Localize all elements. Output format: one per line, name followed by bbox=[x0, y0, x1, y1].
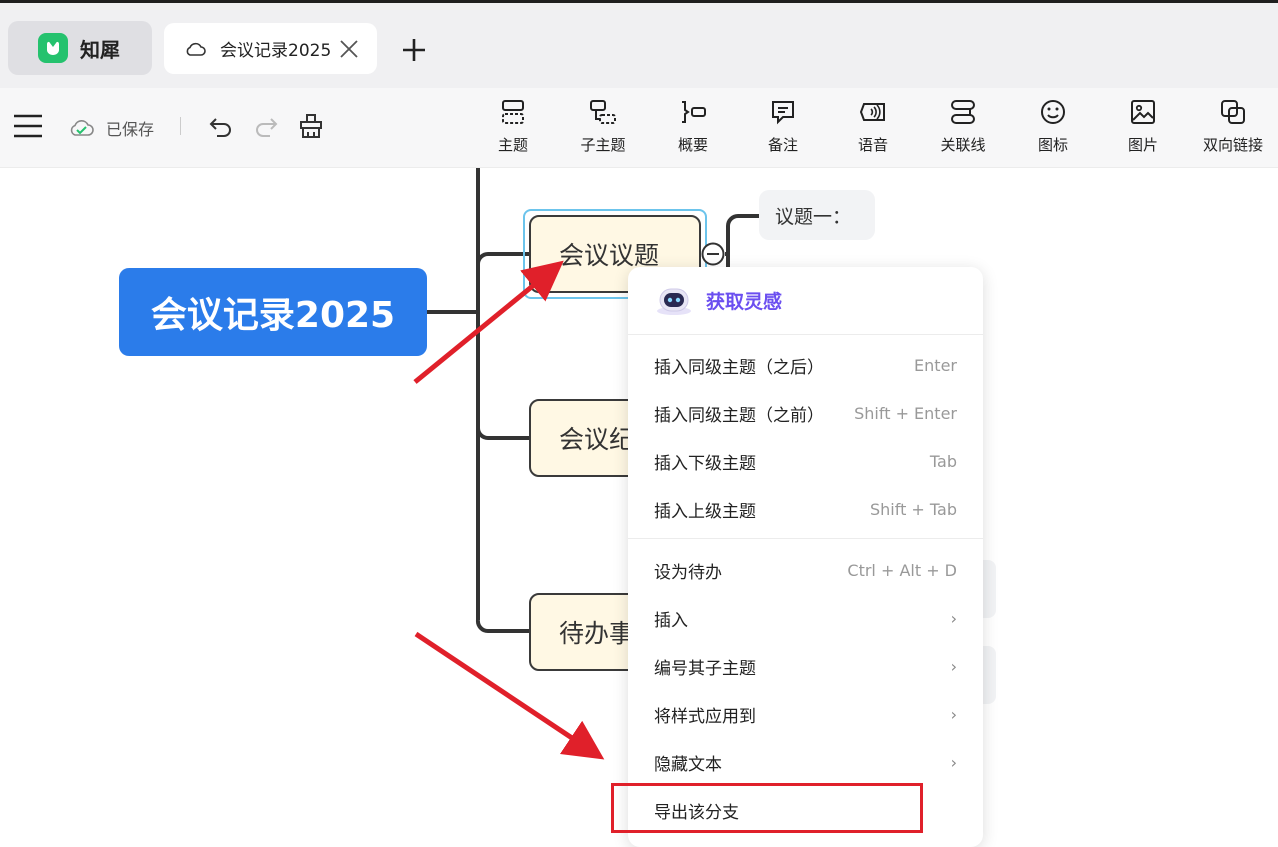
menu-item-label: 插入 bbox=[654, 610, 688, 631]
subtopic-icon bbox=[590, 100, 616, 124]
menu-item-label: 编号其子主题 bbox=[654, 658, 756, 679]
toolbar-summary-label: 概要 bbox=[677, 136, 708, 154]
plus-icon[interactable] bbox=[400, 36, 428, 64]
annotation-highlight-box bbox=[611, 783, 923, 833]
toolbar-voice-button[interactable]: 语音 bbox=[833, 98, 913, 160]
menu-hide-text[interactable]: 隐藏文本 › bbox=[628, 740, 983, 784]
ai-robot-icon bbox=[657, 288, 691, 315]
summary-icon bbox=[682, 101, 706, 123]
toolbar-topic-button[interactable]: 主题 bbox=[473, 98, 553, 160]
toolbar-relation-line-label: 关联线 bbox=[940, 136, 986, 154]
hamburger-menu-icon[interactable] bbox=[14, 114, 42, 138]
document-tab[interactable]: 会议记录2025 bbox=[164, 23, 377, 74]
format-painter-icon[interactable] bbox=[298, 113, 324, 139]
collapse-branch-icon[interactable] bbox=[701, 242, 725, 266]
root-topic[interactable]: 会议记录2025 bbox=[119, 268, 427, 356]
menu-insert[interactable]: 插入 › bbox=[628, 596, 983, 640]
toolbar-subtopic-button[interactable]: 子主题 bbox=[563, 98, 643, 160]
app-home-tab[interactable]: 知犀 bbox=[8, 21, 152, 75]
menu-item-shortcut: Ctrl + Alt + D bbox=[847, 560, 957, 580]
zhixi-logo-icon bbox=[38, 33, 68, 63]
menu-item-shortcut: Shift + Enter bbox=[854, 403, 957, 423]
toolbar: 已保存 主题 子主题 概要 备注 语音 关联线 图标 图片 双向链接 bbox=[0, 88, 1278, 168]
chevron-right-icon: › bbox=[950, 608, 957, 628]
toolbar-note-button[interactable]: 备注 bbox=[743, 98, 823, 160]
app-name: 知犀 bbox=[80, 37, 120, 62]
saved-label: 已保存 bbox=[106, 120, 155, 139]
toolbar-bidirectional-link-button[interactable]: 双向链接 bbox=[1193, 98, 1273, 160]
relation-line-icon bbox=[951, 100, 975, 124]
chevron-right-icon: › bbox=[950, 752, 957, 772]
close-icon[interactable] bbox=[338, 38, 360, 60]
save-status: 已保存 bbox=[68, 116, 154, 140]
menu-item-label: 将样式应用到 bbox=[654, 706, 756, 727]
cloud-icon bbox=[186, 42, 206, 56]
voice-icon bbox=[859, 103, 885, 121]
bidirectional-link-icon bbox=[1221, 100, 1245, 124]
menu-item-shortcut: Tab bbox=[929, 451, 957, 471]
menu-set-todo[interactable]: 设为待办 Ctrl + Alt + D bbox=[628, 548, 983, 592]
context-menu: 获取灵感 插入同级主题（之后） Enter 插入同级主题（之前） Shift +… bbox=[628, 267, 983, 847]
toolbar-subtopic-label: 子主题 bbox=[580, 136, 626, 154]
menu-item-shortcut: Shift + Tab bbox=[869, 499, 957, 519]
document-tab-title: 会议记录2025 bbox=[220, 41, 332, 61]
menu-insert-parent[interactable]: 插入上级主题 Shift + Tab bbox=[628, 487, 983, 531]
toolbar-emoji-button[interactable]: 图标 bbox=[1013, 98, 1093, 160]
emoji-icon bbox=[1041, 100, 1065, 124]
subtopic-agenda-one[interactable]: 议题一： bbox=[759, 190, 875, 240]
toolbar-summary-button[interactable]: 概要 bbox=[653, 98, 733, 160]
menu-item-label: 设为待办 bbox=[654, 562, 722, 583]
ai-inspiration-item[interactable]: 获取灵感 bbox=[628, 267, 983, 335]
toolbar-image-button[interactable]: 图片 bbox=[1103, 98, 1183, 160]
menu-insert-child[interactable]: 插入下级主题 Tab bbox=[628, 439, 983, 483]
note-icon bbox=[772, 101, 794, 125]
menu-divider bbox=[628, 538, 983, 539]
menu-item-label: 插入上级主题 bbox=[654, 501, 756, 522]
toolbar-emoji-label: 图标 bbox=[1037, 136, 1068, 154]
menu-item-label: 隐藏文本 bbox=[654, 754, 722, 775]
toolbar-bidirectional-link-label: 双向链接 bbox=[1202, 136, 1263, 154]
toolbar-note-label: 备注 bbox=[767, 136, 798, 154]
menu-number-subtopics[interactable]: 编号其子主题 › bbox=[628, 644, 983, 688]
menu-item-label: 插入下级主题 bbox=[654, 453, 756, 474]
chevron-right-icon: › bbox=[950, 704, 957, 724]
undo-icon[interactable] bbox=[208, 115, 234, 139]
menu-item-label: 插入同级主题（之前） bbox=[654, 405, 824, 426]
tab-bar: 知犀 会议记录2025 bbox=[0, 0, 1278, 88]
menu-apply-style-to[interactable]: 将样式应用到 › bbox=[628, 692, 983, 736]
menu-insert-sibling-after[interactable]: 插入同级主题（之后） Enter bbox=[628, 343, 983, 387]
menu-insert-sibling-before[interactable]: 插入同级主题（之前） Shift + Enter bbox=[628, 391, 983, 435]
toolbar-topic-label: 主题 bbox=[497, 136, 528, 154]
chevron-right-icon: › bbox=[950, 656, 957, 676]
toolbar-divider bbox=[180, 117, 181, 135]
ai-inspiration-label: 获取灵感 bbox=[706, 291, 783, 313]
redo-icon[interactable] bbox=[253, 115, 279, 139]
topic-icon bbox=[502, 100, 524, 124]
menu-item-label: 插入同级主题（之后） bbox=[654, 357, 824, 378]
toolbar-voice-label: 语音 bbox=[857, 136, 888, 154]
cloud-check-icon bbox=[70, 120, 94, 136]
toolbar-relation-line-button[interactable]: 关联线 bbox=[923, 98, 1003, 160]
menu-item-shortcut: Enter bbox=[914, 355, 957, 375]
toolbar-image-label: 图片 bbox=[1127, 136, 1158, 154]
image-icon bbox=[1131, 100, 1155, 124]
